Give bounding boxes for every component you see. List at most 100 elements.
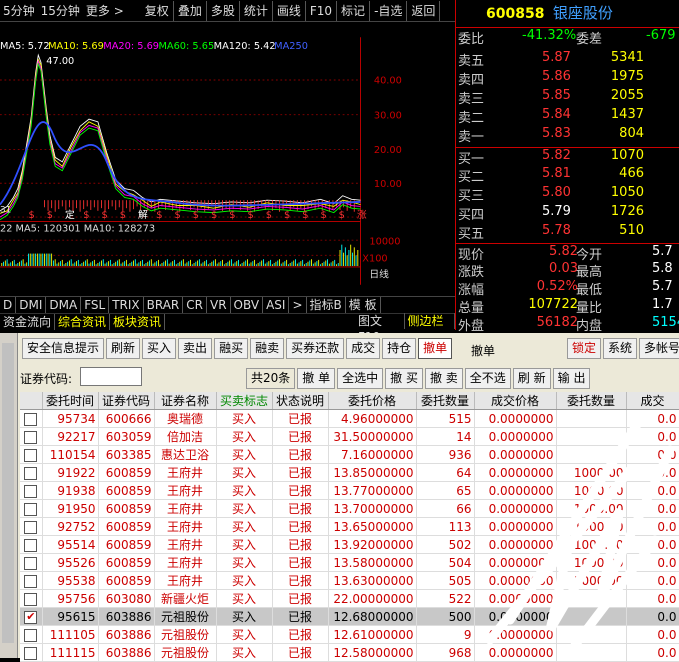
- column-header[interactable]: 证券名称: [154, 392, 217, 410]
- tab-sidebar[interactable]: 侧边栏 «: [405, 313, 455, 344]
- event-mark[interactable]: $: [247, 210, 253, 221]
- tab-indicator[interactable]: 指标B: [307, 297, 346, 313]
- checkbox[interactable]: [24, 520, 38, 534]
- column-header[interactable]: 证券代码: [98, 392, 155, 410]
- tab-indicator[interactable]: CR: [183, 297, 207, 313]
- tab-indicator[interactable]: BRAR: [144, 297, 184, 313]
- checkbox[interactable]: [24, 502, 38, 516]
- checkbox[interactable]: [24, 484, 38, 498]
- code-input[interactable]: [80, 367, 142, 386]
- cancel-button[interactable]: 撤 单: [297, 368, 336, 389]
- tab-indicator[interactable]: DMI: [16, 297, 47, 313]
- action-button[interactable]: 买入: [142, 338, 177, 359]
- action-button[interactable]: 撤单: [418, 338, 453, 359]
- checkbox[interactable]: [24, 556, 38, 570]
- event-mark[interactable]: $: [320, 210, 326, 221]
- checkbox[interactable]: [24, 538, 38, 552]
- event-mark[interactable]: $: [83, 210, 89, 221]
- toolbar-button[interactable]: 叠加: [174, 0, 207, 21]
- tab-indicator[interactable]: FSL: [81, 297, 110, 313]
- event-mark[interactable]: $: [47, 210, 53, 221]
- cancel-button[interactable]: 全选中: [337, 368, 384, 389]
- tab-info[interactable]: 资金流向: [0, 314, 56, 330]
- checkbox[interactable]: [24, 412, 38, 426]
- row-checkbox[interactable]: [20, 589, 43, 608]
- toolbar-button[interactable]: 标记: [337, 0, 371, 21]
- toolbar-button[interactable]: 统计: [240, 0, 273, 21]
- right-button[interactable]: 多帐号: [639, 338, 679, 359]
- event-mark[interactable]: $: [302, 210, 308, 221]
- row-checkbox[interactable]: [20, 535, 43, 554]
- checkbox[interactable]: [24, 592, 38, 606]
- row-checkbox[interactable]: [20, 499, 43, 518]
- event-mark[interactable]: $: [284, 210, 290, 221]
- toolbar-button[interactable]: 画线: [273, 0, 306, 21]
- cancel-button[interactable]: 刷 新: [512, 368, 551, 389]
- checkbox[interactable]: [24, 610, 38, 624]
- event-mark[interactable]: $: [211, 210, 217, 221]
- period-15min[interactable]: 15分钟: [38, 2, 83, 19]
- event-mark[interactable]: $: [101, 210, 107, 221]
- event-mark[interactable]: 涨: [357, 209, 367, 221]
- action-button[interactable]: 买券还款: [286, 338, 345, 359]
- row-checkbox[interactable]: [20, 643, 43, 662]
- column-header[interactable]: 委托数量: [416, 392, 475, 410]
- cancel-button[interactable]: 全不选: [464, 368, 511, 389]
- column-header[interactable]: 委托价格: [328, 392, 417, 410]
- cancel-button[interactable]: 撤 买: [385, 368, 423, 389]
- tab-indicator[interactable]: TRIX: [109, 297, 144, 313]
- action-button[interactable]: 融买: [214, 338, 249, 359]
- toolbar-button[interactable]: F10: [306, 0, 338, 21]
- row-checkbox[interactable]: [20, 445, 43, 464]
- event-mark[interactable]: $: [229, 210, 235, 221]
- column-header[interactable]: 委托时间: [42, 392, 99, 410]
- column-header[interactable]: [20, 392, 43, 410]
- tab-indicator[interactable]: ASI: [263, 297, 290, 313]
- tab-indicator[interactable]: >: [289, 297, 307, 313]
- tab-indicator[interactable]: DMA: [46, 297, 82, 313]
- right-button[interactable]: 锁定: [567, 338, 602, 359]
- row-checkbox[interactable]: [20, 427, 43, 446]
- event-mark[interactable]: $: [174, 210, 180, 221]
- action-button[interactable]: 卖出: [178, 338, 213, 359]
- tab-indicator[interactable]: 模 板: [346, 297, 381, 313]
- event-mark[interactable]: $: [120, 210, 126, 221]
- action-button[interactable]: 融卖: [250, 338, 285, 359]
- tab-info[interactable]: 板块资讯: [110, 314, 166, 330]
- more-menu[interactable]: 更多 >: [83, 2, 127, 19]
- event-mark[interactable]: $: [266, 210, 272, 221]
- tab-indicator[interactable]: OBV: [231, 297, 264, 313]
- event-mark[interactable]: $: [339, 210, 345, 221]
- cancel-button[interactable]: 撤 卖: [424, 368, 463, 389]
- toolbar-button[interactable]: -自选: [370, 0, 408, 21]
- checkbox[interactable]: [24, 466, 38, 480]
- event-mark[interactable]: $: [193, 210, 199, 221]
- right-button[interactable]: 系统: [603, 338, 638, 359]
- event-mark[interactable]: 解: [138, 208, 148, 221]
- action-button[interactable]: 刷新: [106, 338, 141, 359]
- row-checkbox[interactable]: [20, 625, 43, 644]
- row-checkbox[interactable]: [20, 409, 43, 428]
- event-mark[interactable]: $: [28, 210, 34, 221]
- checkbox[interactable]: [24, 628, 38, 642]
- cancel-button[interactable]: 输 出: [552, 368, 591, 389]
- row-checkbox[interactable]: [20, 553, 43, 572]
- kline-chart[interactable]: 40.00 30.00 20.00 10.00 10000 X100 31 22 MA5: 1…: [0, 22, 405, 300]
- toolbar-button[interactable]: 返回: [407, 0, 441, 21]
- row-checkbox[interactable]: [20, 571, 43, 590]
- column-header[interactable]: 买卖标志: [216, 392, 273, 410]
- event-mark[interactable]: $: [156, 210, 162, 221]
- toolbar-button[interactable]: 多股: [207, 0, 240, 21]
- tab-f10[interactable]: 图文F10: [355, 313, 405, 344]
- row-checkbox[interactable]: [20, 481, 43, 500]
- row-checkbox[interactable]: [20, 607, 43, 626]
- checkbox[interactable]: [24, 574, 38, 588]
- checkbox[interactable]: [24, 448, 38, 462]
- period-5min[interactable]: 5分钟: [0, 2, 38, 19]
- action-button[interactable]: 持仓: [382, 338, 417, 359]
- column-header[interactable]: 状态说明: [272, 392, 329, 410]
- event-mark[interactable]: 定: [65, 208, 75, 221]
- checkbox[interactable]: [24, 430, 38, 444]
- row-checkbox[interactable]: [20, 517, 43, 536]
- toolbar-button[interactable]: 复权: [141, 0, 174, 21]
